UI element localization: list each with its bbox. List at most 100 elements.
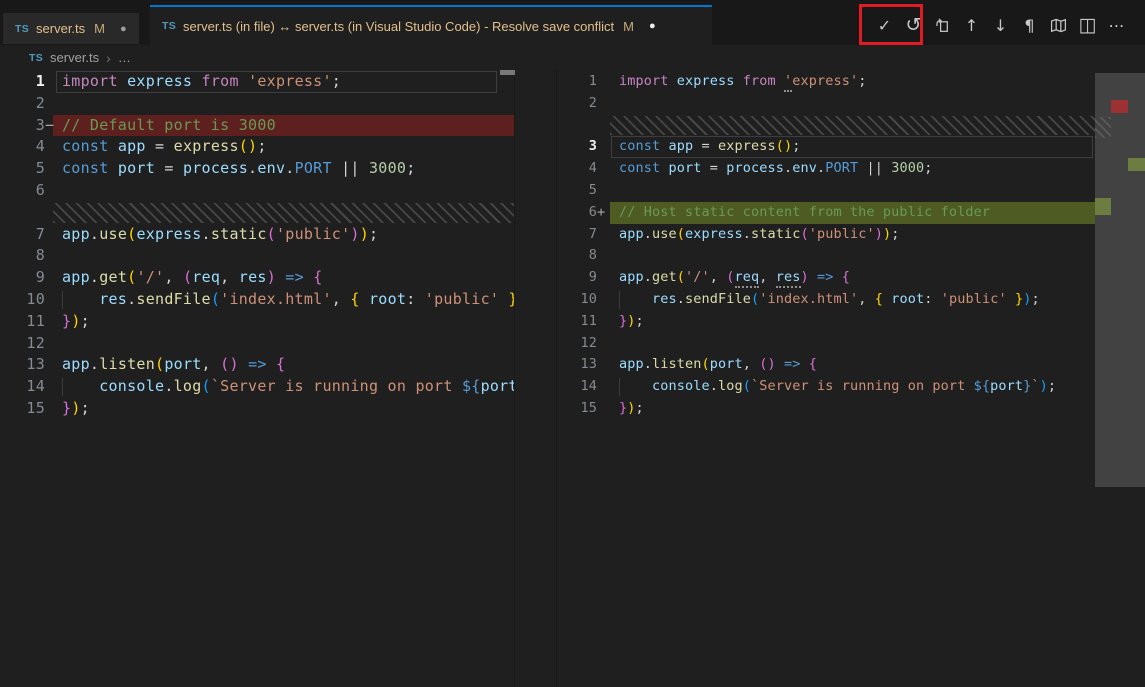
code-line[interactable]: 14 console.log(`Server is running on por… <box>0 376 514 398</box>
gutter: 2 <box>0 93 62 115</box>
tab-label: server.ts (in file) ↔ server.ts (in Visu… <box>183 19 614 34</box>
chevron-right-icon: › <box>106 50 111 66</box>
breadcrumb-more[interactable]: … <box>118 50 131 65</box>
code-line[interactable]: 9app.get('/', (req, res) => { <box>557 267 1145 289</box>
gutter: 7 <box>0 224 62 246</box>
code-line[interactable]: 11}); <box>557 311 1145 333</box>
code-line[interactable]: 10 res.sendFile('index.html', { root: 'p… <box>557 289 1145 311</box>
code-line[interactable]: 8 <box>0 245 514 267</box>
tab-resolve-save-conflict[interactable]: TS server.ts (in file) ↔ server.ts (in V… <box>150 5 712 45</box>
code-line[interactable]: 12 <box>0 333 514 355</box>
code-line[interactable]: 5const port = process.env.PORT || 3000; <box>0 158 514 180</box>
tab-label: server.ts <box>36 21 85 36</box>
tab-bar: TS server.ts M ● TS server.ts (in file) … <box>0 0 1145 45</box>
editor-sash[interactable] <box>515 70 557 687</box>
code-line[interactable]: 8 <box>557 245 1145 267</box>
code-line[interactable]: 13app.listen(port, () => { <box>0 354 514 376</box>
more-actions-icon[interactable]: ⋯ <box>1102 10 1131 40</box>
code-line[interactable]: 11}); <box>0 311 514 333</box>
gutter: 9 <box>557 267 619 289</box>
minimap[interactable] <box>1095 70 1145 687</box>
minimap-added-mark <box>1095 198 1111 215</box>
diff-editor: 1import express from 'express';23−// Def… <box>0 70 1145 687</box>
gutter <box>557 115 619 137</box>
gutter: 5 <box>557 180 619 202</box>
gutter: 11 <box>557 311 619 333</box>
gutter: 2 <box>557 93 619 115</box>
code-line[interactable]: 10 res.sendFile('index.html', { root: 'p… <box>0 289 514 311</box>
accept-changes-icon[interactable]: ✓ <box>870 10 899 40</box>
gutter: 7 <box>557 224 619 246</box>
code-line[interactable]: 6 <box>0 180 514 202</box>
gutter: 8 <box>0 245 62 267</box>
next-change-icon[interactable]: ↓ <box>986 10 1015 40</box>
gutter: 13 <box>557 354 619 376</box>
vscode-window: TS server.ts M ● TS server.ts (in file) … <box>0 0 1145 687</box>
modified-badge: M <box>94 21 105 36</box>
scrollbar-thumb[interactable] <box>500 70 515 75</box>
gutter: 5 <box>0 158 62 180</box>
gutter: 3 <box>557 136 619 158</box>
code-line[interactable]: 14 console.log(`Server is running on por… <box>557 376 1145 398</box>
gutter: 15 <box>557 398 619 420</box>
typescript-icon: TS <box>15 23 29 35</box>
gutter: 11 <box>0 311 62 333</box>
unsaved-dot-icon[interactable]: ● <box>120 23 127 35</box>
gutter: 3− <box>0 115 62 137</box>
breadcrumb-file[interactable]: server.ts <box>50 50 99 65</box>
code-line[interactable]: 2 <box>0 93 514 115</box>
diff-filler-row[interactable] <box>557 115 1145 137</box>
gutter: 4 <box>0 136 62 158</box>
gutter: 14 <box>557 376 619 398</box>
discard-changes-icon[interactable]: ↺ <box>899 10 928 40</box>
unsaved-dot-icon[interactable]: ● <box>649 20 656 32</box>
code-line[interactable]: 5 <box>557 180 1145 202</box>
gutter: 14 <box>0 376 62 398</box>
breadcrumb: TS server.ts › … <box>0 45 1145 70</box>
code-line[interactable]: 3−// Default port is 3000 <box>0 115 514 137</box>
code-line[interactable]: 7app.use(express.static('public')); <box>557 224 1145 246</box>
previous-change-icon[interactable]: ↑ <box>957 10 986 40</box>
typescript-icon: TS <box>29 52 43 64</box>
minimap-added-mark <box>1128 158 1145 171</box>
paste-icon[interactable] <box>928 10 957 40</box>
code-line[interactable]: 2 <box>557 93 1145 115</box>
diff-editor-original: 1import express from 'express';23−// Def… <box>0 70 515 687</box>
diff-editor-modified: 1import express from 'express';2 3const a… <box>557 70 1145 687</box>
code-line[interactable]: 6+// Host static content from the public… <box>557 202 1145 224</box>
editor-toolbar: ✓↺ ↑↓¶ ◫⋯ <box>870 5 1131 45</box>
gutter: 15 <box>0 398 62 420</box>
tab-server-ts[interactable]: TS server.ts M ● <box>3 13 139 44</box>
gutter: 10 <box>0 289 62 311</box>
gutter: 13 <box>0 354 62 376</box>
minimap-hatch-mark <box>1095 117 1111 138</box>
code-line[interactable]: 13app.listen(port, () => { <box>557 354 1145 376</box>
code-line[interactable]: 12 <box>557 333 1145 355</box>
map-icon[interactable] <box>1044 10 1073 40</box>
gutter: 1 <box>0 71 62 93</box>
minimap-removed-mark <box>1111 100 1128 113</box>
modified-badge: M <box>623 19 634 34</box>
gutter: 9 <box>0 267 62 289</box>
gutter: 6 <box>0 180 62 202</box>
gutter: 8 <box>557 245 619 267</box>
diff-filler-row[interactable] <box>0 202 514 224</box>
gutter: 12 <box>0 333 62 355</box>
code-line[interactable]: 9app.get('/', (req, res) => { <box>0 267 514 289</box>
code-line[interactable]: 1import express from 'express'; <box>0 71 514 93</box>
code-line[interactable]: 4const app = express(); <box>0 136 514 158</box>
code-line[interactable]: 1import express from 'express'; <box>557 71 1145 93</box>
gutter: 6+ <box>557 202 619 224</box>
typescript-icon: TS <box>162 20 176 32</box>
code-line[interactable]: 4const port = process.env.PORT || 3000; <box>557 158 1145 180</box>
gutter: 1 <box>557 71 619 93</box>
gutter <box>0 202 62 224</box>
code-line[interactable]: 3const app = express(); <box>557 136 1145 158</box>
split-editor-icon[interactable]: ◫ <box>1073 10 1102 40</box>
render-whitespace-icon[interactable]: ¶ <box>1015 10 1044 40</box>
code-line[interactable]: 7app.use(express.static('public')); <box>0 224 514 246</box>
code-line[interactable]: 15}); <box>557 398 1145 420</box>
gutter: 12 <box>557 333 619 355</box>
code-line[interactable]: 15}); <box>0 398 514 420</box>
gutter: 10 <box>557 289 619 311</box>
